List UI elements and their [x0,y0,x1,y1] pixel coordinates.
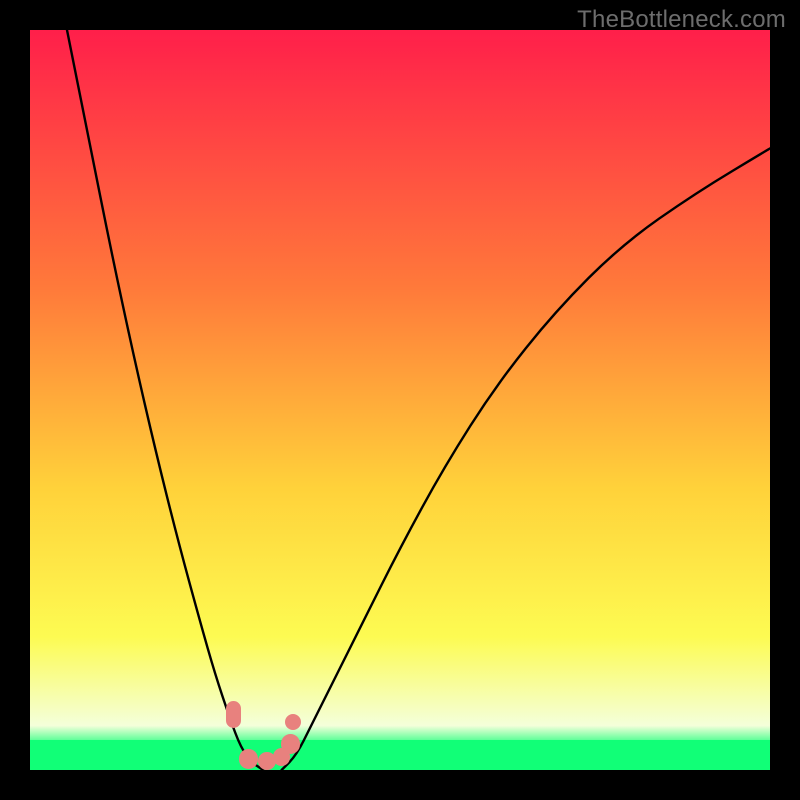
left-pill-marker [226,701,241,728]
bottom-left-marker [239,749,258,768]
watermark-text: TheBottleneck.com [577,6,786,34]
curve-layer [30,30,770,770]
chart-frame [30,30,770,770]
notch-upper-marker [285,714,301,730]
bottom-right-marker [273,748,291,766]
curve-right-branch [282,148,770,770]
curve-left-branch [67,30,263,770]
